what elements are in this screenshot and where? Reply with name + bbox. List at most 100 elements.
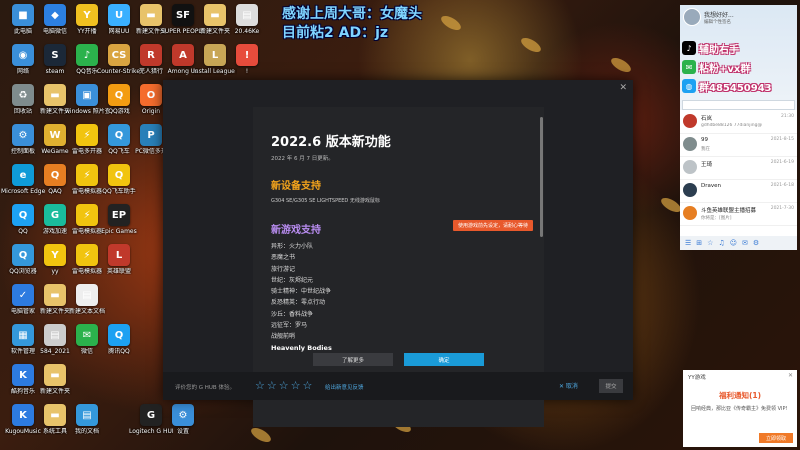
close-icon[interactable]: ✕ [788,372,793,379]
star-icon[interactable]: ☆ [279,379,289,392]
app-icon: ▬ [140,4,162,26]
contact-row[interactable]: 石岚 gdhdbe88126 77dianjing@ 21:30 [680,111,797,134]
app-icon: Q [12,244,34,266]
app-icon: ▣ [76,84,98,106]
toolbar-icon[interactable]: ♫ [718,239,724,247]
app-icon: ✉ [76,324,98,346]
game-list-item: 反恐精英：零点行动 [271,299,326,307]
app-icon: ▬ [44,284,66,306]
app-icon: ⚙ [172,404,194,426]
desktop-icon[interactable]: ▤ 20.46Ke [228,4,266,35]
desktop-icon[interactable]: EP Epic Games [100,204,138,235]
promo-line: ✉ 粘粉+vx群 [682,58,750,76]
claim-button[interactable]: 立即领取 [759,433,793,443]
chat-search-input[interactable] [682,100,795,110]
desktop-icon[interactable]: Q 腾讯QQ [100,324,138,355]
app-icon: ▬ [44,404,66,426]
contact-name: 石岚 [701,116,713,122]
desktop-icon[interactable]: !! [228,44,266,75]
app-icon: ▤ [236,4,258,26]
desktop-icon-label: 我的文档 [74,428,99,435]
toolbar-icon[interactable]: ⚙ [753,239,759,247]
app-icon: L [204,44,226,66]
app-icon: ▤ [76,404,98,426]
chat-signature[interactable]: 编辑个性签名 [704,19,731,25]
desktop-icon-label: 新建文本文档 [68,308,105,315]
desktop-icon[interactable]: ▤ 我的文档 [68,404,106,435]
app-icon: Q [44,164,66,186]
app-icon: ▦ [12,324,34,346]
contact-name: 斗鱼英雄联盟主播招募 [701,208,757,214]
app-icon: W [44,124,66,146]
rating-prompt: 评价您的 G HUB 体验。 [175,385,235,391]
app-icon: ▬ [204,4,226,26]
game-list-item: 世纪：灰烬纪元 [271,276,314,284]
contact-time: 21:30 [781,114,794,119]
contact-row[interactable]: 99 我在 2021-8-15 [680,134,797,157]
star-icon[interactable]: ☆ [255,379,265,392]
desktop-icon[interactable]: Q QQ飞车助手 [100,164,138,195]
wallpaper-petal [248,425,274,445]
promo-icon: ✉ [682,60,696,74]
star-icon[interactable]: ☆ [303,379,313,392]
app-icon: ⚡ [76,124,98,146]
game-list-item: 恶魔之书 [271,254,296,262]
new-device-heading: 新设备支持 [271,181,321,192]
panel-scrollbar[interactable] [540,117,543,237]
star-icon[interactable]: ☆ [267,379,277,392]
ok-button[interactable]: 确定 [404,353,484,366]
toolbar-icon[interactable]: ✉ [742,239,748,247]
contact-row[interactable]: 王琦 2021-6-19 [680,157,797,180]
app-icon: ⚡ [76,164,98,186]
wallpaper-petal [518,35,544,55]
desktop-icon[interactable]: ▬ 新建文件夹 [36,364,74,395]
toolbar-icon[interactable]: ☰ [685,239,691,247]
desktop-icon[interactable]: ⚙ 设置 [164,404,202,435]
learn-more-button[interactable]: 了解更多 [313,353,393,366]
contact-time: 2021-8-15 [770,137,794,142]
game-list-item: 旅行游记 [271,265,296,273]
app-icon: R [140,44,162,66]
app-icon: K [12,404,34,426]
close-icon[interactable]: ✕ [619,83,627,93]
game-list-item: 骑士精神：中世纪战争 [271,288,332,296]
contact-time: 2021-6-19 [770,160,794,165]
app-icon: EP [108,204,130,226]
app-icon: ⚡ [76,244,98,266]
contact-name: 王琦 [701,162,713,168]
app-icon: ▬ [44,364,66,386]
release-title: 2022.6 版本新功能 [271,135,391,150]
desktop-icon-label: 设置 [176,428,189,435]
avatar[interactable] [683,8,701,26]
app-icon: ◉ [12,44,34,66]
avatar [683,137,697,151]
avatar [683,206,697,220]
app-icon: A [172,44,194,66]
toolbar-icon[interactable]: ⊞ [696,239,702,247]
desktop-icon-label: 新建文件夹 [39,388,70,395]
toolbar-icon[interactable]: ☆ [707,239,713,247]
chat-username[interactable]: 我想好好... [704,10,734,19]
contact-last-message: gdhdbe88126 77dianjing@ [701,123,762,128]
feedback-link[interactable]: 给出新意见反馈 [325,383,364,391]
star-icon[interactable]: ☆ [291,379,301,392]
contact-row[interactable]: Draven 2021-6-18 [680,180,797,203]
release-date: 2022 年 6 月 7 日更新。 [271,156,334,162]
contact-row[interactable]: 斗鱼英雄联盟主播招募 你将是：[图片] 2021-7-30 [680,203,797,226]
game-list-item: 异形：火力小队 [271,243,314,250]
rating-submit-button[interactable]: 提交 [599,379,623,393]
toolbar-icon[interactable]: ☺ [730,239,737,247]
app-icon: P [140,124,162,146]
desktop-icon[interactable]: L 英雄联盟 [100,244,138,275]
app-icon: O [140,84,162,106]
rating-cancel[interactable]: ✕ 取消 [559,381,578,390]
app-icon: ♻ [12,84,34,106]
chat-footer-toolbar: ☰ ⊞ ☆ ♫ ☺ ✉ ⚙ [680,236,797,250]
desktop-icon-label: Epic Games [101,228,137,235]
promo-line: ♪ 辅助右手 [682,39,739,57]
app-icon: Q [108,324,130,346]
desktop-icon[interactable]: ▤ 新建文本文档 [68,284,106,315]
stream-overlay-ad: 目前粘2 AD：jz [282,25,389,41]
avatar [683,114,697,128]
app-icon: SF [172,4,194,26]
